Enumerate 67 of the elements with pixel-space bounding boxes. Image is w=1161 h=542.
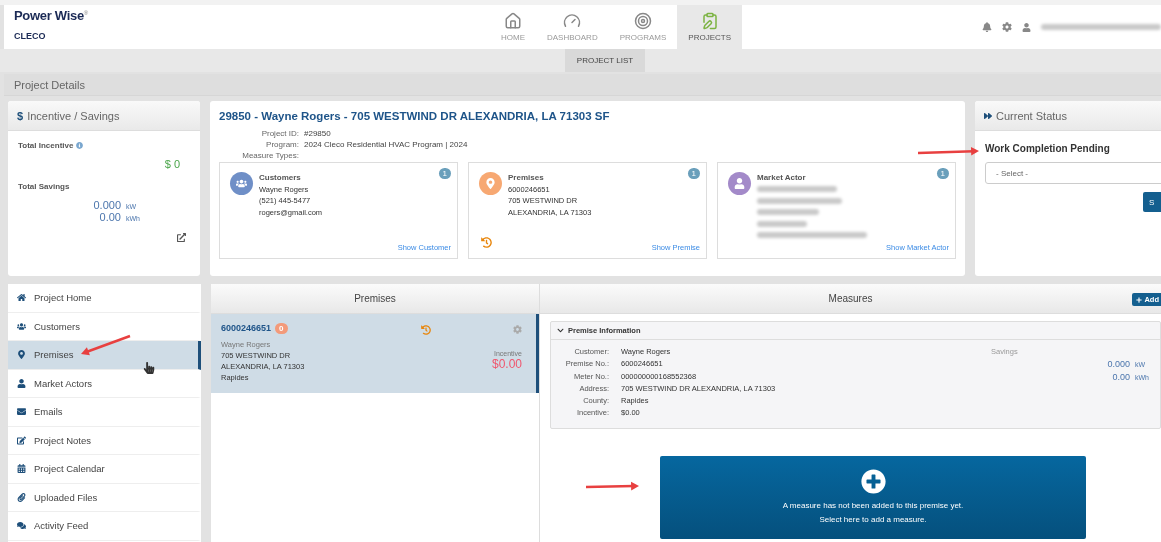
savings-value: 0.000: [93, 199, 121, 211]
panel-title: Current Status: [996, 109, 1067, 122]
count-badge: 1: [438, 168, 451, 179]
savings-value: 0.00: [99, 211, 121, 223]
sidebar-item[interactable]: Project Home: [8, 284, 201, 313]
card-title: Market Actor: [757, 172, 807, 184]
user-icon: [17, 378, 26, 388]
card-title: Premises: [508, 172, 545, 184]
brand-name: Power Wise$^{®}$: [14, 8, 89, 23]
map-pin-icon: [17, 350, 26, 360]
premise-number: 6000246651: [221, 323, 272, 334]
users-avatar-icon: [230, 172, 253, 195]
external-link-icon[interactable]: [177, 233, 186, 242]
total-incentive-label: Total Incentive: [18, 141, 74, 150]
field-label: Measure Types:: [241, 150, 299, 161]
info-icon[interactable]: [76, 142, 84, 149]
blurred-text: [757, 220, 807, 227]
forward-icon: [984, 111, 992, 120]
gauge-icon: [563, 12, 582, 30]
savings-value: 0.00: [1112, 371, 1130, 384]
clipboard-icon: [700, 12, 719, 30]
project-title: 29850 - Wayne Rogers - 705 WESTWIND DR ALEXANDRIA, LA 71303 SF: [219, 110, 611, 122]
chevron-icon: [557, 327, 564, 334]
user-icon[interactable]: [1022, 22, 1031, 32]
edit-icon: [17, 435, 26, 445]
sidebar-item[interactable]: Premises: [8, 341, 201, 370]
submit-button[interactable]: S: [1143, 192, 1161, 212]
status-text: Work Completion Pending: [985, 143, 1111, 154]
status-select[interactable]: - Select -: [985, 162, 1161, 184]
plus-icon: [1136, 296, 1143, 303]
utility-logo: CLECO: [14, 31, 46, 41]
savings-value: 0.000: [1107, 358, 1130, 371]
home-icon: [504, 12, 522, 30]
count-badge: 1: [687, 168, 700, 179]
card-title: Customers: [259, 172, 302, 184]
users-icon: [17, 321, 26, 331]
envelope-icon: [17, 407, 26, 417]
chat-icon: [17, 521, 26, 531]
page-title: Project Details: [4, 74, 1161, 96]
field-value: #29850: [304, 128, 331, 139]
history-icon[interactable]: [481, 237, 492, 248]
history-icon[interactable]: [421, 325, 431, 335]
home-icon: [17, 293, 26, 303]
field-value: 2024 Cleco Residential HVAC Program | 2024: [304, 139, 468, 150]
column-header: Premises: [211, 284, 539, 314]
field-label: Program:: [265, 139, 299, 150]
total-savings-label: Total Savings: [18, 182, 71, 191]
panel-title: Incentive / Savings: [27, 109, 120, 122]
subnav-tab[interactable]: PROJECT LIST: [565, 49, 645, 72]
user-avatar-icon: [728, 172, 751, 195]
cursor-icon: [143, 362, 155, 374]
nav-tab[interactable]: PROJECTS: [677, 5, 743, 49]
column-title: Measures: [828, 293, 873, 304]
target-icon: [634, 12, 652, 30]
total-incentive-value: $ 0: [164, 158, 180, 170]
calendar-icon: [17, 464, 26, 474]
paperclip-icon: [17, 492, 26, 502]
field-label: Project ID:: [260, 128, 299, 139]
add-measure-button[interactable]: A measure has not been added to this premise yet. Select here to add a measure.: [660, 456, 1086, 539]
count-badge: 1: [936, 168, 949, 179]
settings-icon[interactable]: [1002, 22, 1012, 32]
blurred-text: [757, 209, 819, 216]
map-pin-avatar-icon: [479, 172, 502, 195]
count-badge: 0: [275, 323, 288, 334]
incentive-value: $0.00: [491, 359, 522, 370]
bell-icon[interactable]: [982, 22, 992, 32]
dollar-icon: $: [17, 109, 24, 122]
